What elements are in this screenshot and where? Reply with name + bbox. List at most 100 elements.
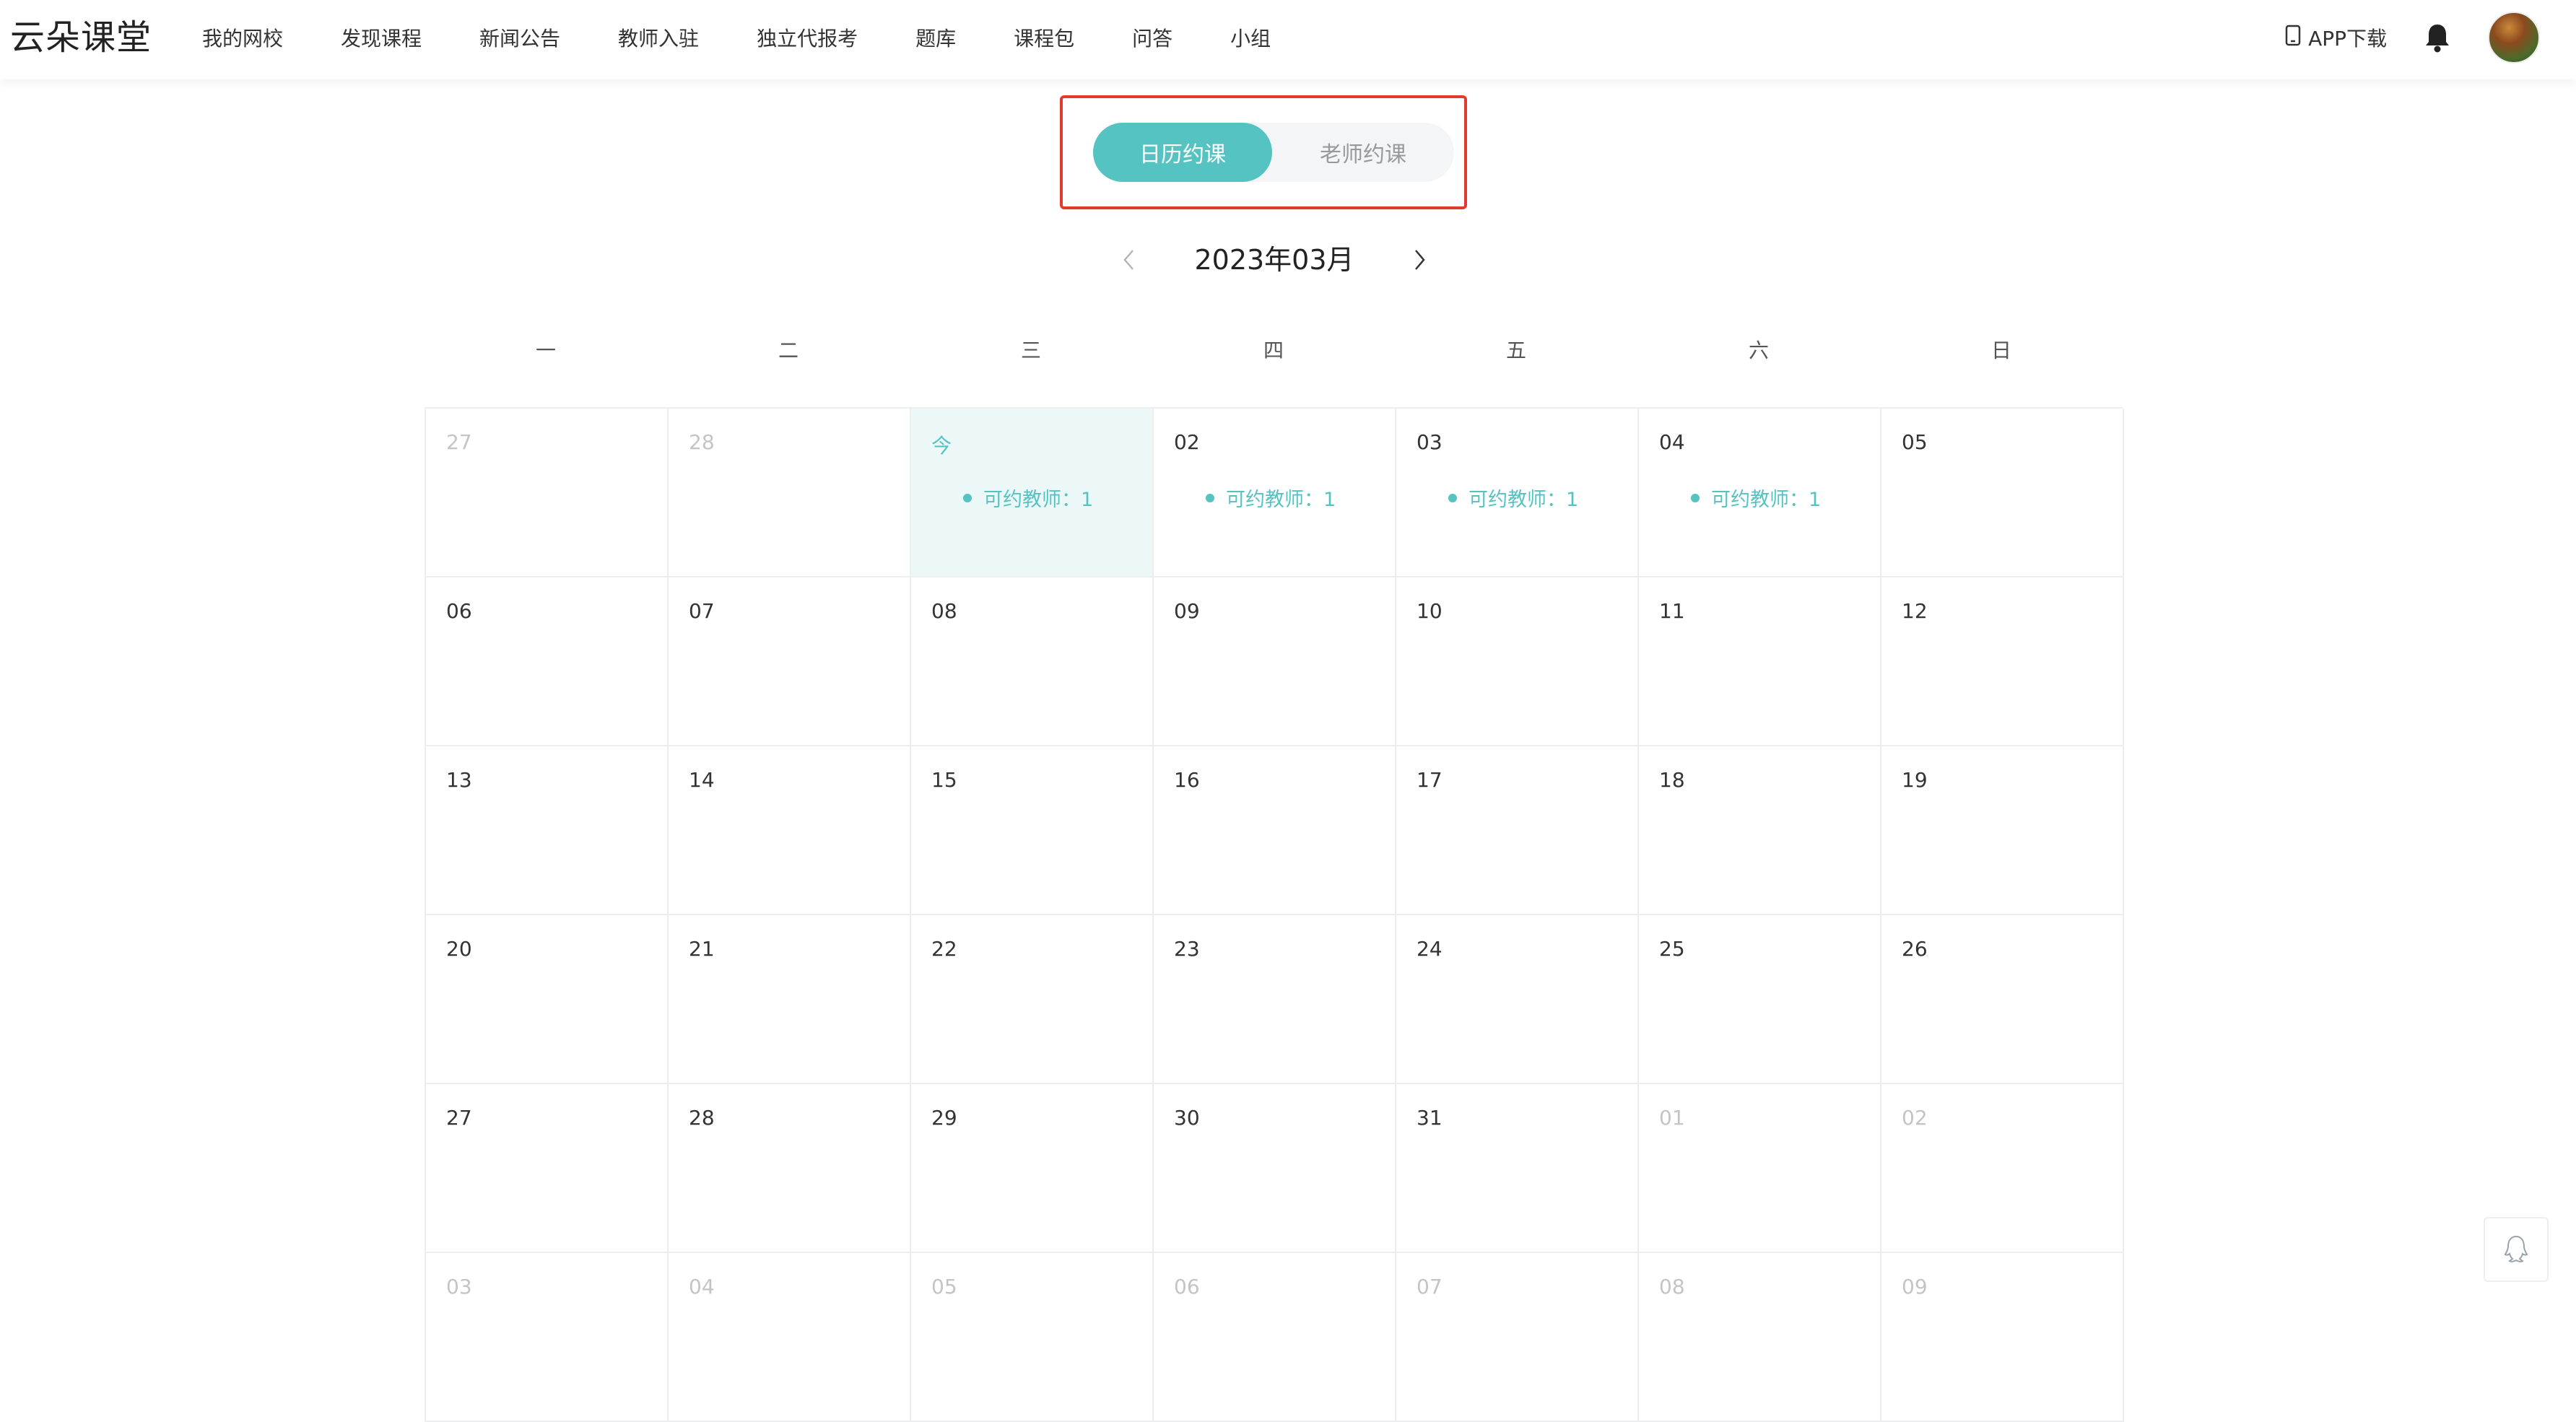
nav-item-news[interactable]: 新闻公告 <box>479 23 560 52</box>
day-number: 31 <box>1417 1106 1443 1130</box>
app-download-label: APP下载 <box>2308 27 2387 51</box>
calendar-cell[interactable]: 10 <box>1396 577 1639 746</box>
day-number: 18 <box>1659 768 1685 792</box>
calendar-cell[interactable]: 27 <box>426 409 669 577</box>
calendar-cell[interactable]: 05 <box>1881 409 2124 577</box>
nav-item-teacher-join[interactable]: 教师入驻 <box>618 23 699 52</box>
day-number: 15 <box>931 768 957 792</box>
qq-icon[interactable] <box>2484 1217 2549 1282</box>
day-number: 21 <box>689 937 715 961</box>
calendar-cell[interactable]: 15 <box>911 746 1154 915</box>
weekday-label: 日 <box>1990 339 2011 362</box>
calendar-cell[interactable]: 13 <box>426 746 669 915</box>
calendar-cell[interactable]: 30 <box>1154 1084 1396 1253</box>
chevron-left-icon[interactable] <box>1115 245 1144 274</box>
calendar-cell[interactable]: 02 可约教师：1 <box>1154 409 1396 577</box>
day-number: 02 <box>1174 430 1200 454</box>
calendar-cell[interactable]: 03 <box>426 1253 669 1422</box>
available-teacher-tag[interactable]: 可约教师：1 <box>1206 484 1336 512</box>
calendar-cell[interactable]: 26 <box>1881 915 2124 1084</box>
weekday-label: 二 <box>778 339 799 362</box>
calendar-cell[interactable]: 07 <box>1396 1253 1639 1422</box>
day-number: 08 <box>1659 1275 1685 1299</box>
phone-icon <box>2285 25 2308 51</box>
calendar-cell[interactable]: 25 <box>1639 915 1881 1084</box>
calendar-cell[interactable]: 17 <box>1396 746 1639 915</box>
calendar-cell[interactable]: 27 <box>426 1084 669 1253</box>
calendar-cell[interactable]: 07 <box>669 577 911 746</box>
calendar-cell[interactable]: 31 <box>1396 1084 1639 1253</box>
calendar-cell[interactable]: 02 <box>1881 1084 2124 1253</box>
calendar-cell[interactable]: 04 可约教师：1 <box>1639 409 1881 577</box>
calendar-cell[interactable]: 04 <box>669 1253 911 1422</box>
day-number: 27 <box>446 1106 472 1130</box>
booking-mode-toggle: 日历约课 老师约课 <box>1093 123 1454 182</box>
available-teacher-label: 可约教师：1 <box>983 489 1094 511</box>
calendar-cell[interactable]: 08 <box>1639 1253 1881 1422</box>
day-number: 04 <box>1659 430 1685 454</box>
day-number: 03 <box>446 1275 472 1299</box>
day-number: 17 <box>1417 768 1443 792</box>
available-teacher-tag[interactable]: 可约教师：1 <box>1448 484 1578 512</box>
header-actions: APP下载 <box>2285 0 2540 75</box>
calendar-cell[interactable]: 08 <box>911 577 1154 746</box>
available-teacher-tag[interactable]: 可约教师：1 <box>1691 484 1821 512</box>
calendar-cell[interactable]: 01 <box>1639 1084 1881 1253</box>
calendar-booking-tab[interactable]: 日历约课 <box>1093 123 1272 182</box>
calendar-cell[interactable]: 28 <box>669 1084 911 1253</box>
bell-icon[interactable] <box>2423 22 2452 53</box>
calendar-cell[interactable]: 06 <box>426 577 669 746</box>
calendar-cell[interactable]: 29 <box>911 1084 1154 1253</box>
nav-item-discover-courses[interactable]: 发现课程 <box>341 23 422 52</box>
calendar-cell[interactable]: 05 <box>911 1253 1154 1422</box>
day-number: 24 <box>1417 937 1443 961</box>
nav-item-exam-registration[interactable]: 独立代报考 <box>757 23 858 52</box>
day-number: 02 <box>1902 1106 1928 1130</box>
day-number: 28 <box>689 430 715 454</box>
month-navigation: 2023年03月 <box>1105 238 1444 282</box>
calendar-cell-today[interactable]: 今可约教师：1 <box>911 409 1154 577</box>
calendar-cell[interactable]: 24 <box>1396 915 1639 1084</box>
day-number: 12 <box>1902 599 1928 623</box>
day-number: 06 <box>446 599 472 623</box>
nav-item-question-bank[interactable]: 题库 <box>915 23 956 52</box>
calendar-cell[interactable]: 09 <box>1881 1253 2124 1422</box>
nav-item-course-package[interactable]: 课程包 <box>1014 23 1074 52</box>
calendar-cell[interactable]: 14 <box>669 746 911 915</box>
calendar-cell[interactable]: 28 <box>669 409 911 577</box>
chevron-right-icon[interactable] <box>1405 245 1434 274</box>
nav-item-groups[interactable]: 小组 <box>1230 23 1271 52</box>
nav-item-my-school[interactable]: 我的网校 <box>202 23 283 52</box>
calendar-cell[interactable]: 12 <box>1881 577 2124 746</box>
calendar-cell[interactable]: 19 <box>1881 746 2124 915</box>
calendar-cell[interactable]: 09 <box>1154 577 1396 746</box>
calendar-cell[interactable]: 06 <box>1154 1253 1396 1422</box>
day-number: 今 <box>931 434 952 458</box>
day-number: 05 <box>1902 430 1928 454</box>
day-number: 27 <box>446 430 472 454</box>
teacher-booking-tab[interactable]: 老师约课 <box>1272 123 1454 182</box>
day-number: 05 <box>931 1275 957 1299</box>
day-number: 20 <box>446 937 472 961</box>
site-logo[interactable]: 云朵课堂 <box>10 14 152 61</box>
nav-item-qa[interactable]: 问答 <box>1132 23 1172 52</box>
day-number: 16 <box>1174 768 1200 792</box>
calendar-cell[interactable]: 23 <box>1154 915 1396 1084</box>
calendar-cell[interactable]: 16 <box>1154 746 1396 915</box>
status-dot-icon <box>1448 493 1457 502</box>
weekday-label: 三 <box>1020 339 1041 362</box>
day-number: 03 <box>1417 430 1443 454</box>
calendar-cell[interactable]: 18 <box>1639 746 1881 915</box>
calendar-cell[interactable]: 21 <box>669 915 911 1084</box>
day-number: 28 <box>689 1106 715 1130</box>
app-download-link[interactable]: APP下载 <box>2285 23 2387 52</box>
avatar[interactable] <box>2488 12 2540 64</box>
calendar-cell[interactable]: 03 可约教师：1 <box>1396 409 1639 577</box>
calendar-cell[interactable]: 11 <box>1639 577 1881 746</box>
calendar-cell[interactable]: 20 <box>426 915 669 1084</box>
available-teacher-label: 可约教师：1 <box>1226 489 1336 511</box>
main-nav: 我的网校 发现课程 新闻公告 教师入驻 独立代报考 题库 课程包 问答 小组 <box>202 0 1328 75</box>
available-teacher-tag[interactable]: 可约教师：1 <box>963 484 1093 512</box>
day-number: 29 <box>931 1106 957 1130</box>
calendar-cell[interactable]: 22 <box>911 915 1154 1084</box>
